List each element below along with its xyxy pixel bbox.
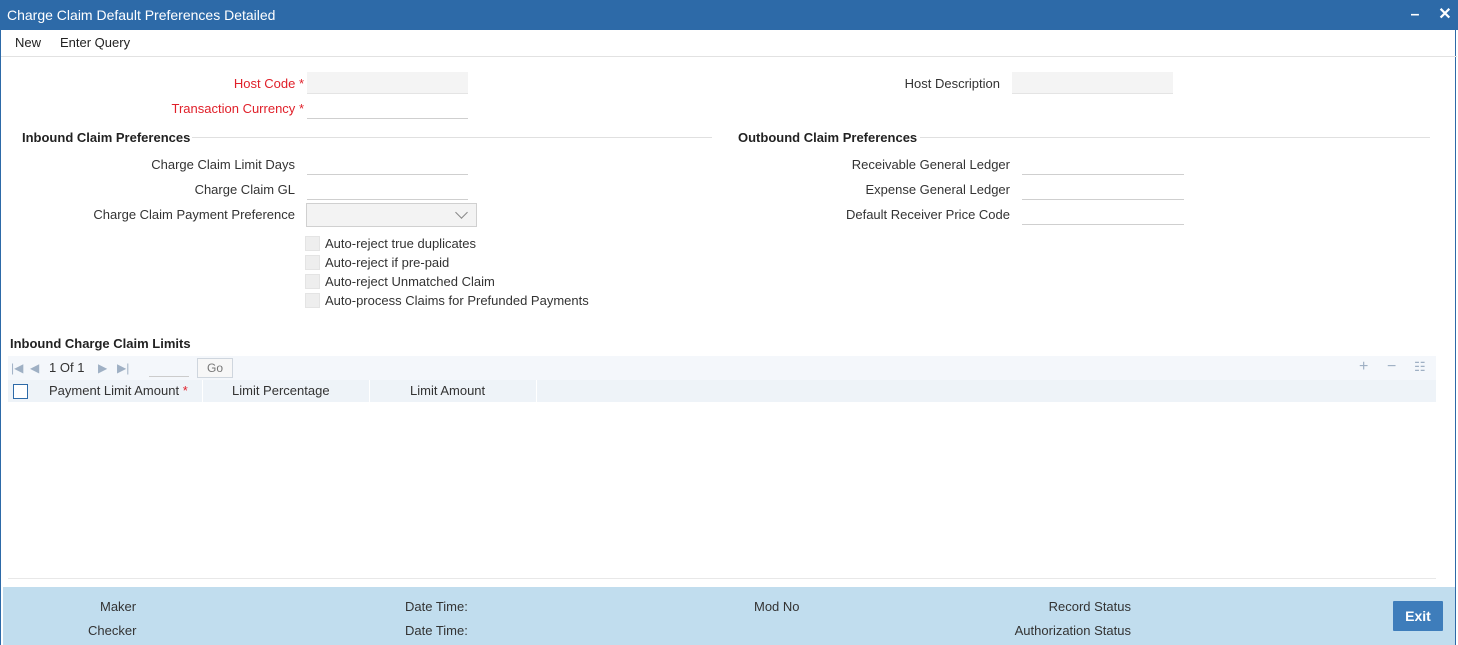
select-all-checkbox[interactable] (13, 384, 28, 399)
charge-claim-gl-label: Charge Claim GL (194, 182, 295, 197)
charge-claim-limit-days-field[interactable] (307, 153, 468, 175)
page-number-input[interactable] (149, 359, 189, 377)
grid-toolbar: |◀ ◀ 1 Of 1 ▶ ▶| Go + − ☷ (8, 356, 1436, 380)
transaction-currency-label: Transaction Currency * (171, 101, 304, 116)
delete-row-icon[interactable]: − (1387, 358, 1396, 376)
single-view-icon[interactable]: ☷ (1414, 359, 1426, 375)
charge-claim-limit-days-label: Charge Claim Limit Days (151, 157, 295, 172)
close-icon[interactable]: ✕ (1435, 4, 1455, 26)
expense-general-ledger-label: Expense General Ledger (865, 182, 1010, 197)
host-description-field[interactable] (1012, 72, 1173, 94)
charge-claim-payment-preference-label: Charge Claim Payment Preference (93, 207, 295, 222)
grid-bottom-divider (8, 578, 1436, 579)
chevron-down-icon (455, 206, 468, 219)
mod-no-label: Mod No (754, 599, 800, 614)
checkbox-box[interactable] (305, 255, 320, 270)
column-payment-limit-amount[interactable]: Payment Limit Amount * (36, 380, 203, 402)
window-frame (0, 30, 1456, 645)
audit-footer (3, 587, 1455, 645)
checker-date-time-label: Date Time: (405, 623, 468, 638)
go-button[interactable]: Go (197, 358, 233, 378)
grid-header: Payment Limit Amount * Limit Percentage … (8, 380, 1436, 402)
receivable-general-ledger-field[interactable] (1022, 153, 1184, 175)
exit-button[interactable]: Exit (1393, 601, 1443, 631)
outbound-section-title: Outbound Claim Preferences (738, 130, 918, 145)
host-code-label: Host Code * (233, 76, 304, 91)
maker-date-time-label: Date Time: (405, 599, 468, 614)
window-titlebar: Charge Claim Default Preferences Detaile… (0, 0, 1458, 30)
outbound-divider (920, 137, 1430, 138)
inbound-divider (192, 137, 712, 138)
record-status-label: Record Status (1048, 599, 1131, 614)
checker-label: Checker (88, 623, 137, 638)
first-page-icon[interactable]: |◀ (11, 361, 23, 375)
menu-new[interactable]: New (15, 35, 41, 50)
checkbox-label: Auto-reject if pre-paid (325, 255, 450, 270)
checkbox-label: Auto-process Claims for Prefunded Paymen… (325, 293, 589, 308)
window-title: Charge Claim Default Preferences Detaile… (7, 7, 276, 23)
charge-claim-payment-preference-select[interactable] (306, 203, 477, 227)
maker-label: Maker (100, 599, 137, 614)
authorization-status-label: Authorization Status (1014, 623, 1131, 638)
default-receiver-price-code-label: Default Receiver Price Code (845, 207, 1010, 222)
add-row-icon[interactable]: + (1359, 358, 1368, 376)
checkbox-box[interactable] (305, 236, 320, 251)
default-receiver-price-code-field[interactable] (1022, 203, 1184, 225)
column-limit-percentage[interactable]: Limit Percentage (203, 380, 370, 402)
charge-claim-gl-field[interactable] (307, 178, 468, 200)
host-description-label: Host Description (904, 76, 1000, 91)
menu-enter-query[interactable]: Enter Query (60, 35, 130, 50)
last-page-icon[interactable]: ▶| (117, 361, 129, 375)
inbound-section-title: Inbound Claim Preferences (22, 130, 191, 145)
checkbox-box[interactable] (305, 293, 320, 308)
host-code-field[interactable] (307, 72, 468, 94)
transaction-currency-field[interactable] (307, 97, 468, 119)
checkbox-box[interactable] (305, 274, 320, 289)
checkbox-label: Auto-reject Unmatched Claim (325, 274, 495, 289)
limits-grid-title: Inbound Charge Claim Limits (10, 336, 191, 351)
page-indicator: 1 Of 1 (49, 360, 85, 375)
previous-page-icon[interactable]: ◀ (30, 361, 39, 375)
menu-bar: New Enter Query (1, 30, 1457, 57)
checkbox-label: Auto-reject true duplicates (325, 236, 477, 251)
receivable-general-ledger-label: Receivable General Ledger (851, 157, 1010, 172)
next-page-icon[interactable]: ▶ (98, 361, 107, 375)
column-limit-amount[interactable]: Limit Amount (370, 380, 537, 402)
minimize-icon[interactable]: – (1405, 4, 1425, 26)
expense-general-ledger-field[interactable] (1022, 178, 1184, 200)
